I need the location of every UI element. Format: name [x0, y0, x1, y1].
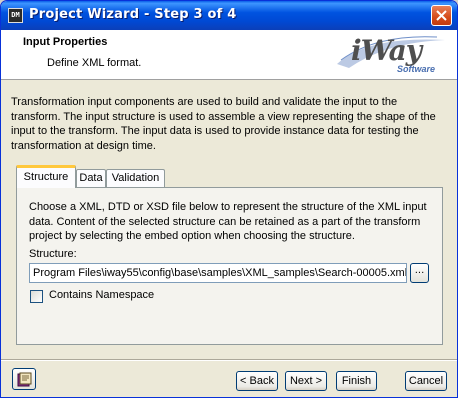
tab-validation[interactable]: Validation	[106, 169, 165, 188]
browse-button[interactable]: ...	[410, 263, 429, 283]
contains-namespace-checkbox[interactable]	[30, 290, 43, 303]
wizard-window: DM Project Wizard - Step 3 of 4 Input Pr…	[0, 0, 458, 398]
window-title: Project Wizard - Step 3 of 4	[29, 7, 237, 22]
structure-path-input[interactable]: Program Files\iway55\config\base\samples…	[29, 263, 407, 283]
page-description: Transformation input components are used…	[11, 96, 436, 152]
finish-button[interactable]: Finish	[336, 371, 377, 391]
contains-namespace-label: Contains Namespace	[49, 289, 155, 301]
header-subtitle: Define XML format.	[47, 57, 142, 69]
app-icon: DM	[8, 8, 23, 23]
footer-separator	[1, 359, 457, 361]
wizard-header: Input Properties Define XML format. iWay…	[1, 30, 457, 80]
tab-structure[interactable]: Structure	[16, 165, 76, 188]
close-icon	[436, 10, 447, 21]
logo-subtext: Software	[397, 64, 436, 74]
structure-label: Structure:	[29, 248, 77, 260]
help-button[interactable]	[12, 368, 36, 390]
close-button[interactable]	[431, 5, 452, 26]
back-button[interactable]: < Back	[236, 371, 278, 391]
title-bar[interactable]: DM Project Wizard - Step 3 of 4	[1, 1, 457, 30]
help-book-icon	[17, 372, 32, 387]
logo-text: iWay	[351, 34, 422, 67]
structure-tab-panel: Choose a XML, DTD or XSD file below to r…	[16, 187, 443, 345]
iway-logo: iWay Software	[327, 34, 451, 76]
cancel-button[interactable]: Cancel	[405, 371, 447, 391]
next-button[interactable]: Next >	[285, 371, 327, 391]
structure-description: Choose a XML, DTD or XSD file below to r…	[29, 201, 427, 242]
tab-data[interactable]: Data	[76, 169, 106, 188]
header-title: Input Properties	[23, 36, 108, 48]
